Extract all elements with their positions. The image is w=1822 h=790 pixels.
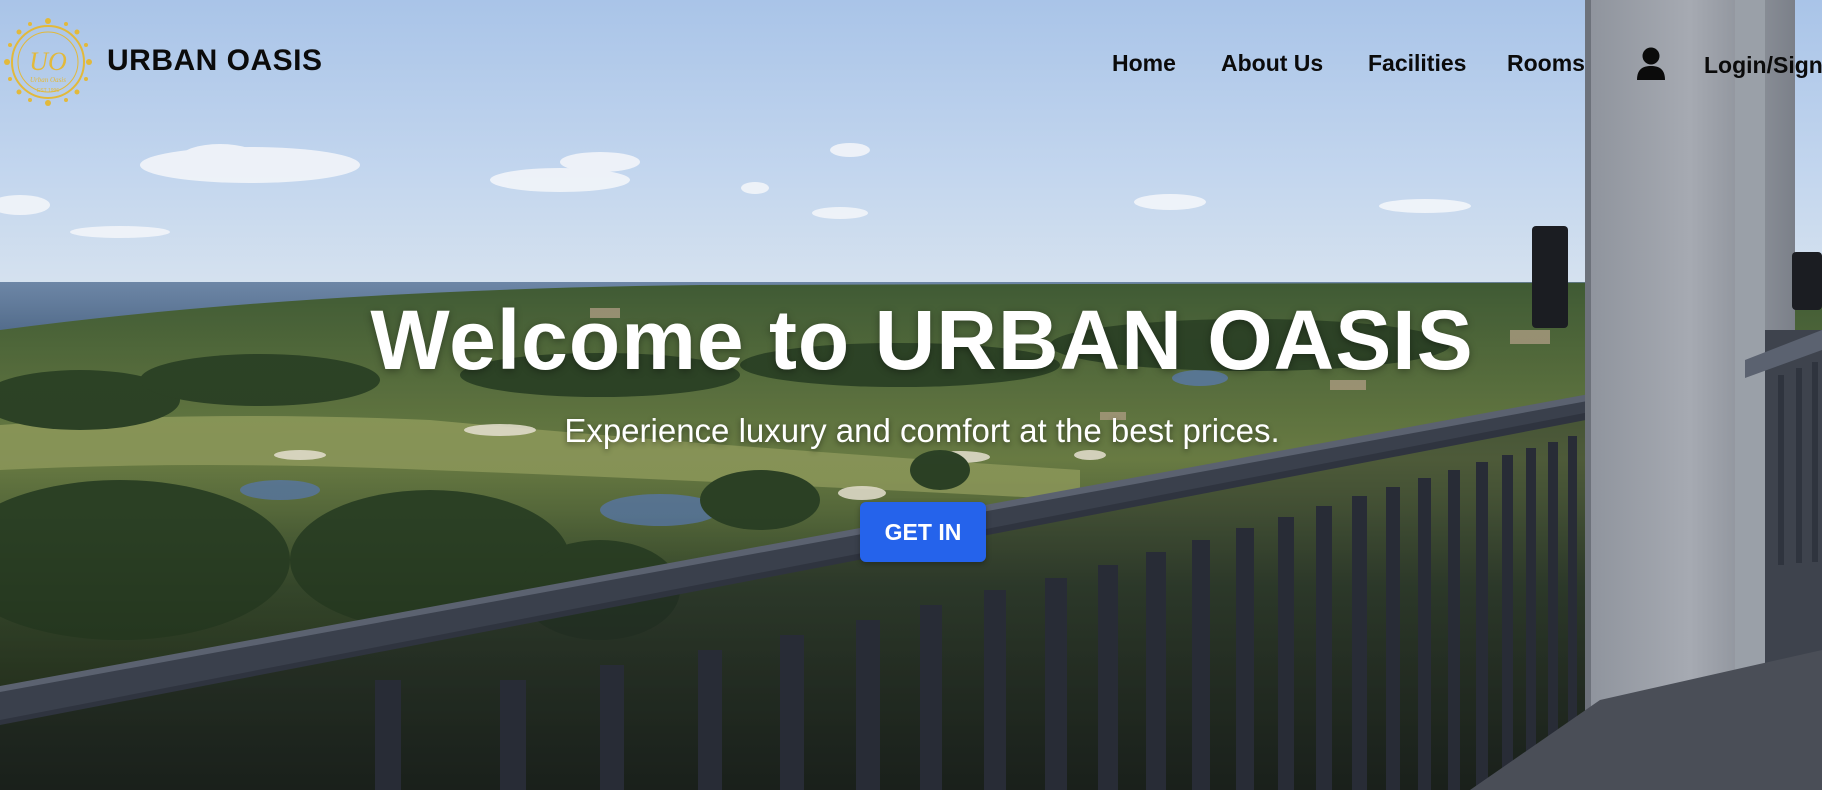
user-icon[interactable] <box>1636 47 1666 81</box>
logo-est: EST 1996 <box>37 88 59 94</box>
urban-oasis-logo[interactable]: UO Urban Oasis EST 1996 <box>2 15 94 109</box>
login-signup-link[interactable]: Login/Signup <box>1704 52 1822 78</box>
nav-rooms-link[interactable]: Rooms <box>1507 50 1585 77</box>
nav-facilities-link[interactable]: Facilities <box>1368 50 1466 77</box>
logo-caption: Urban Oasis <box>30 76 66 84</box>
nav-home-link[interactable]: Home <box>1112 50 1176 77</box>
hero-subtitle: Experience luxury and comfort at the bes… <box>564 412 1280 449</box>
site-header: UO Urban Oasis EST 1996 URBAN OASIS Home… <box>0 0 1822 130</box>
get-in-button[interactable]: GET IN <box>860 502 986 562</box>
nav-about-us-link[interactable]: About Us <box>1221 50 1323 77</box>
hero-title: Welcome to URBAN OASIS <box>370 293 1474 387</box>
login-signup-wrap: Login/Signup <box>1704 48 1822 82</box>
logo-monogram: UO <box>29 47 67 76</box>
brand-name[interactable]: URBAN OASIS <box>107 44 323 78</box>
